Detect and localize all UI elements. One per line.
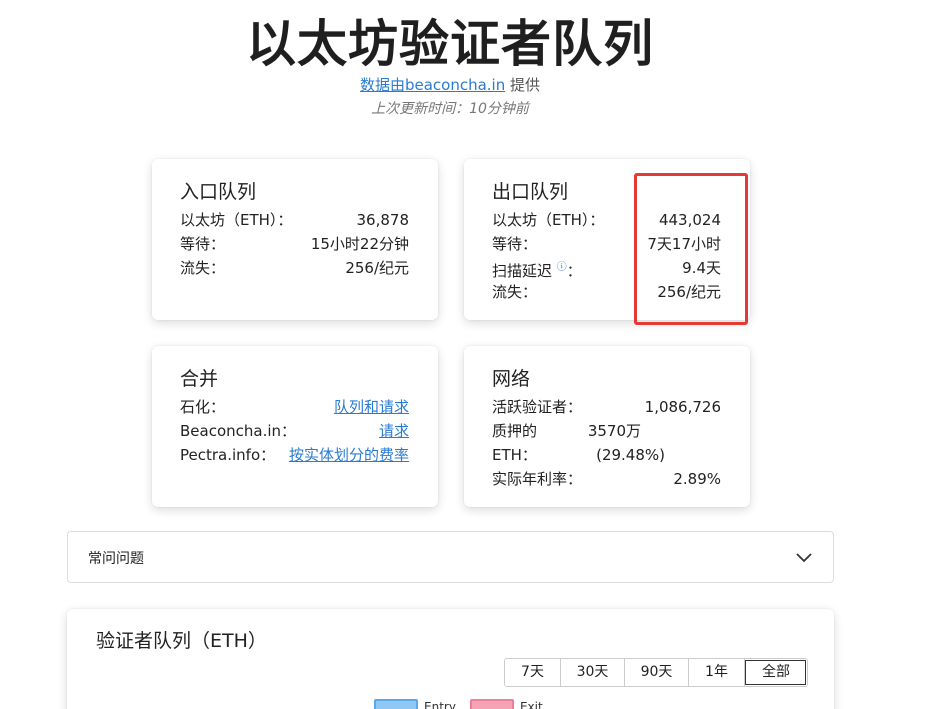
entry-wait-row: 等待： 15小时22分钟: [180, 233, 409, 255]
active-validators-row: 活跃验证者： 1,086,726: [492, 396, 721, 418]
beaconcha-link[interactable]: 数据由beaconcha.in: [360, 76, 505, 94]
row-label: 实际年利率：: [492, 470, 583, 488]
range-30d-button[interactable]: 30天: [560, 659, 624, 686]
row-value: 36,878: [356, 211, 410, 229]
info-icon[interactable]: ⓘ: [557, 262, 567, 273]
row-label: 扫描延迟 ⓘ：: [492, 257, 582, 282]
row-label: Beaconcha.in：: [180, 422, 297, 440]
row-label: ETH：: [492, 446, 537, 464]
range-1y-button[interactable]: 1年: [688, 659, 744, 686]
range-90d-button[interactable]: 90天: [624, 659, 688, 686]
merge-petrify-row: 石化： 队列和请求: [180, 396, 409, 418]
staked-eth-row: ETH： (29.48%): [492, 444, 665, 466]
card-title: 网络: [492, 368, 531, 390]
card-title: 入口队列: [180, 181, 257, 203]
source-suffix: 提供: [505, 76, 541, 94]
row-value: (29.48%): [596, 446, 665, 464]
legend-label: Exit: [519, 700, 543, 709]
row-value: 1,086,726: [644, 398, 721, 416]
row-label: 等待：: [180, 235, 226, 253]
card-title: 出口队列: [492, 181, 569, 203]
legend-swatch-exit: [469, 699, 514, 709]
row-value: 2.89%: [673, 470, 721, 488]
data-source: 数据由beaconcha.in 提供: [0, 74, 900, 95]
faq-accordion[interactable]: 常问问题: [67, 531, 834, 583]
colon: ：: [566, 262, 582, 280]
legend-entry[interactable]: Entry: [374, 699, 456, 709]
row-label: 等待：: [492, 235, 538, 253]
row-label: 石化：: [180, 398, 226, 416]
highlight-box: [634, 173, 748, 325]
chart-legend: Entry Exit: [374, 699, 543, 709]
legend-exit[interactable]: Exit: [469, 699, 543, 709]
requests-link[interactable]: 请求: [379, 422, 409, 440]
row-label: 活跃验证者：: [492, 398, 583, 416]
network-card: 网络 活跃验证者： 1,086,726 质押的 3570万 ETH： (29.4…: [464, 346, 750, 507]
row-value: 256/纪元: [345, 259, 409, 277]
card-title: 合并: [180, 368, 219, 390]
row-label: 质押的: [492, 422, 538, 440]
row-label: Pectra.info：: [180, 446, 276, 464]
range-all-button[interactable]: 全部: [744, 659, 807, 686]
merge-pectra-row: Pectra.info： 按实体划分的费率: [180, 444, 409, 466]
row-value: 15小时22分钟: [310, 235, 409, 253]
last-updated: 上次更新时间：10分钟前: [371, 101, 529, 117]
validator-queue-chart-card: 验证者队列（ETH） 7天 30天 90天 1年 全部 Entry Exit: [67, 609, 834, 709]
legend-swatch-entry: [374, 699, 418, 709]
page: 以太坊验证者队列 数据由beaconcha.in 提供 上次更新时间：10分钟前…: [0, 0, 951, 709]
staked-row: 质押的 3570万: [492, 420, 641, 442]
chevron-down-icon[interactable]: [795, 548, 813, 566]
sweep-delay-label: 扫描延迟: [492, 262, 553, 280]
entry-queue-card: 入口队列 以太坊（ETH）： 36,878 等待： 15小时22分钟 流失： 2…: [152, 159, 438, 320]
queue-requests-link[interactable]: 队列和请求: [334, 398, 409, 416]
range-7d-button[interactable]: 7天: [505, 659, 560, 686]
faq-label: 常问问题: [88, 551, 144, 567]
rates-by-entity-link[interactable]: 按实体划分的费率: [289, 446, 409, 464]
row-label: 流失：: [180, 259, 226, 277]
legend-label: Entry: [424, 700, 456, 709]
chart-title: 验证者队列（ETH）: [96, 630, 267, 652]
row-label: 以太坊（ETH）：: [492, 211, 605, 229]
merge-beaconcha-row: Beaconcha.in： 请求: [180, 420, 409, 442]
apr-row: 实际年利率： 2.89%: [492, 468, 721, 490]
row-label: 流失：: [492, 283, 538, 301]
row-label: 以太坊（ETH）：: [180, 211, 293, 229]
page-title: 以太坊验证者队列: [246, 15, 654, 73]
entry-churn-row: 流失： 256/纪元: [180, 257, 409, 279]
time-range-selector: 7天 30天 90天 1年 全部: [504, 658, 808, 687]
merge-card: 合并 石化： 队列和请求 Beaconcha.in： 请求 Pectra.inf…: [152, 346, 438, 507]
row-value: 3570万: [587, 422, 641, 440]
entry-eth-row: 以太坊（ETH）： 36,878: [180, 209, 409, 231]
